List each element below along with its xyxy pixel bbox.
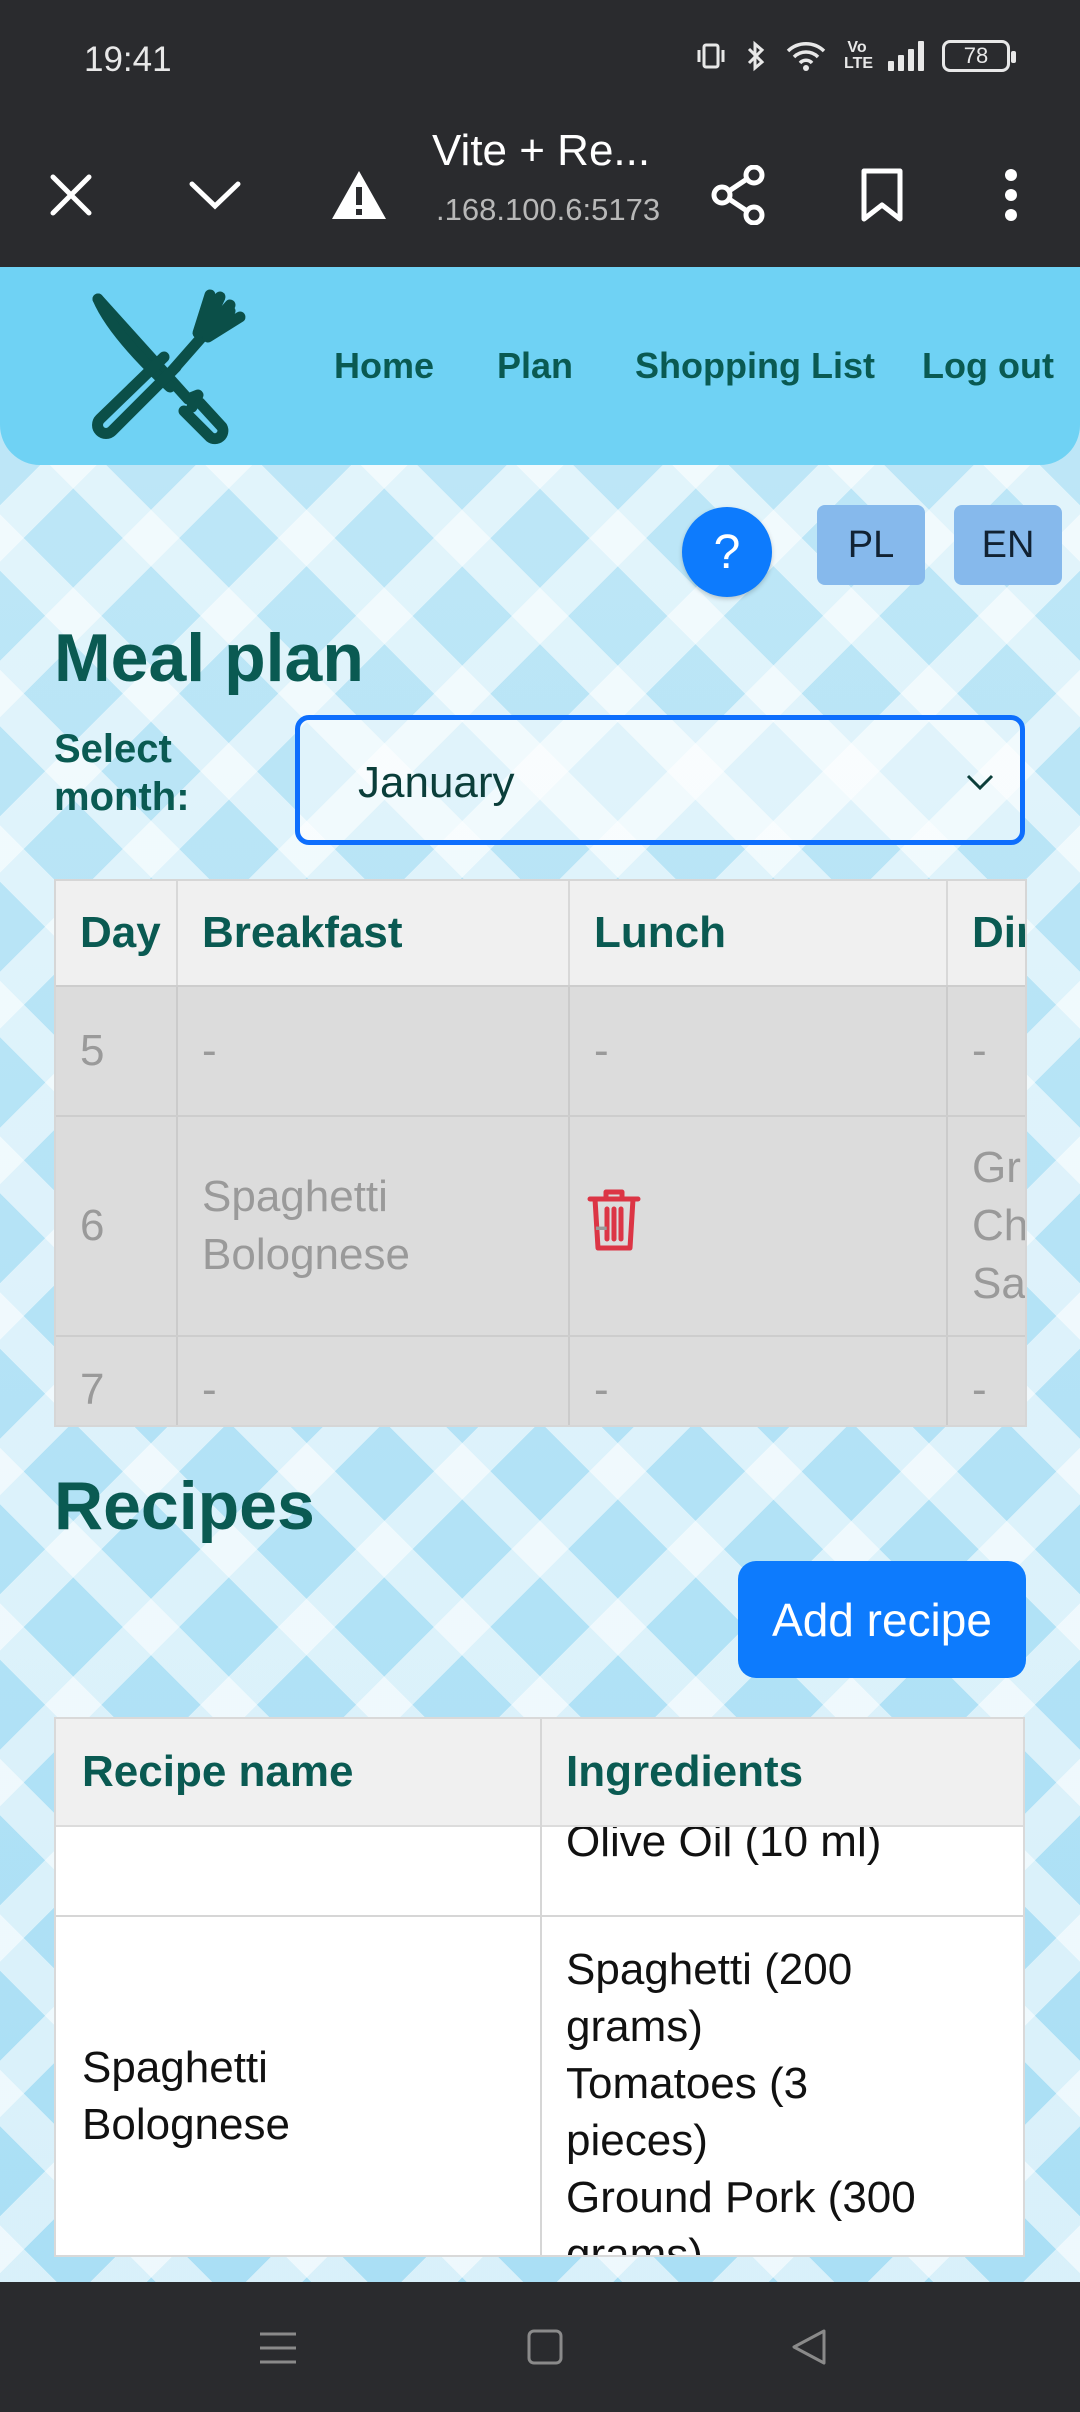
meal-table-header: Day Breakfast Lunch Dir bbox=[56, 881, 1025, 987]
more-vert-icon bbox=[1005, 169, 1017, 221]
add-recipe-button[interactable]: Add recipe bbox=[738, 1561, 1026, 1678]
warning-icon bbox=[332, 171, 386, 219]
home-square-icon[interactable] bbox=[526, 2328, 564, 2366]
ingredient-line: pieces) bbox=[566, 2116, 708, 2165]
select-month-label-line1: Select bbox=[54, 727, 172, 771]
bookmark-icon bbox=[861, 168, 903, 222]
day-cell: 7 bbox=[56, 1337, 178, 1425]
battery-level: 78 bbox=[963, 43, 989, 68]
vibrate-icon bbox=[697, 43, 725, 69]
header-day: Day bbox=[56, 881, 178, 985]
menu-icon[interactable] bbox=[258, 2330, 298, 2366]
lang-en-button[interactable]: EN bbox=[954, 505, 1062, 585]
header-recipe-name: Recipe name bbox=[82, 1747, 354, 1796]
nav-logout-link[interactable]: Log out bbox=[922, 345, 1054, 387]
chevron-down-icon bbox=[189, 181, 241, 210]
recipe-name-cell[interactable]: Spaghetti Bolognese bbox=[82, 2039, 290, 2153]
ingredient-line: grams) bbox=[566, 2002, 703, 2051]
bookmark-button[interactable] bbox=[847, 160, 917, 230]
volte-icon: Vo LTE bbox=[844, 39, 874, 72]
more-menu-button[interactable] bbox=[976, 160, 1046, 230]
column-divider bbox=[540, 1719, 542, 2255]
recipe-name-line1: Spaghetti bbox=[82, 2043, 268, 2092]
recipe-name-line2: Bolognese bbox=[82, 2100, 290, 2149]
share-button[interactable] bbox=[703, 160, 773, 230]
table-row: 6 Spaghetti Bolognese - Gr Ch Sa bbox=[56, 1117, 1027, 1337]
select-month-label: Select month: bbox=[54, 725, 190, 821]
nav-home-link[interactable]: Home bbox=[334, 345, 434, 387]
breakfast-meal-line1: Spaghetti bbox=[202, 1172, 388, 1221]
status-time: 19:41 bbox=[84, 40, 172, 79]
signal-icon bbox=[888, 41, 924, 71]
page-title[interactable]: Vite + Re... bbox=[432, 126, 650, 176]
header-ingredients: Ingredients bbox=[566, 1747, 804, 1796]
header-breakfast: Breakfast bbox=[178, 881, 570, 985]
day-cell: 6 bbox=[56, 1117, 178, 1335]
lang-pl-button[interactable]: PL bbox=[817, 505, 925, 585]
dinner-cell[interactable]: Gr Ch Sa bbox=[948, 1117, 1027, 1335]
day-cell: 5 bbox=[56, 987, 178, 1115]
breakfast-cell[interactable]: - bbox=[178, 1337, 570, 1425]
ingredient-line: grams) bbox=[566, 2230, 703, 2257]
dinner-cell[interactable]: - bbox=[948, 1337, 1025, 1425]
url-host: .168.100.6 bbox=[436, 192, 583, 227]
table-row: 7 - - - bbox=[56, 1337, 1025, 1425]
url-text[interactable]: .168.100.6:5173 bbox=[436, 192, 660, 228]
lunch-cell[interactable]: - bbox=[570, 1337, 948, 1425]
dinner-meal-line3: Sa bbox=[972, 1259, 1026, 1308]
back-triangle-icon[interactable] bbox=[790, 2328, 828, 2366]
dinner-cell[interactable]: - bbox=[948, 987, 1025, 1115]
nav-plan-link[interactable]: Plan bbox=[497, 345, 573, 387]
meal-plan-title: Meal plan bbox=[54, 620, 364, 696]
dinner-meal-line2: Ch bbox=[972, 1201, 1027, 1250]
wifi-icon bbox=[786, 42, 826, 71]
header-dinner: Dir bbox=[948, 881, 1025, 985]
security-warning-button[interactable] bbox=[324, 160, 394, 230]
month-select[interactable]: January bbox=[295, 715, 1025, 845]
chevron-down-icon bbox=[966, 774, 994, 791]
lunch-cell[interactable]: - bbox=[570, 1117, 948, 1335]
bluetooth-icon bbox=[747, 40, 765, 72]
breakfast-cell[interactable]: Spaghetti Bolognese bbox=[178, 1117, 641, 1335]
ingredient-line: Spaghetti (200 bbox=[566, 1945, 853, 1994]
close-icon bbox=[50, 174, 92, 216]
header-lunch: Lunch bbox=[570, 881, 948, 985]
status-icons: Vo LTE 78 bbox=[696, 39, 1016, 72]
share-icon bbox=[711, 165, 765, 225]
recipes-title: Recipes bbox=[54, 1468, 315, 1544]
url-port: :5173 bbox=[582, 192, 661, 227]
minimize-tab-button[interactable] bbox=[180, 160, 250, 230]
lunch-cell[interactable]: - bbox=[570, 987, 948, 1115]
month-select-value: January bbox=[358, 758, 515, 807]
battery-icon: 78 bbox=[942, 40, 1016, 72]
system-navigation-bar bbox=[0, 2282, 1080, 2412]
ingredient-line: Tomatoes (3 bbox=[566, 2059, 809, 2108]
dinner-meal-line1: Gr bbox=[972, 1143, 1021, 1192]
help-button[interactable]: ? bbox=[682, 507, 772, 597]
nav-shopping-list-link[interactable]: Shopping List bbox=[635, 345, 875, 387]
page-content: Home Plan Shopping List Log out ? PL EN … bbox=[0, 267, 1080, 2282]
ingredient-line: Ground Pork (300 bbox=[566, 2173, 916, 2222]
app-navbar: Home Plan Shopping List Log out bbox=[0, 267, 1080, 465]
meal-plan-table: Day Breakfast Lunch Dir 5 - - - 6 Spaghe… bbox=[54, 879, 1027, 1427]
ingredients-cell: Spaghetti (200 grams) Tomatoes (3 pieces… bbox=[566, 1941, 916, 2257]
breakfast-meal-line2: Bolognese bbox=[202, 1230, 410, 1279]
recipes-table: Recipe name Ingredients Olive Oil (10 ml… bbox=[54, 1717, 1025, 2257]
select-month-label-line2: month: bbox=[54, 775, 190, 819]
table-row: 5 - - - bbox=[56, 987, 1025, 1117]
breakfast-cell[interactable]: - bbox=[178, 987, 570, 1115]
knife-fork-icon[interactable] bbox=[80, 287, 250, 447]
status-bar: 19:41 Vo LTE 78 bbox=[0, 0, 1080, 126]
close-tab-button[interactable] bbox=[36, 160, 106, 230]
